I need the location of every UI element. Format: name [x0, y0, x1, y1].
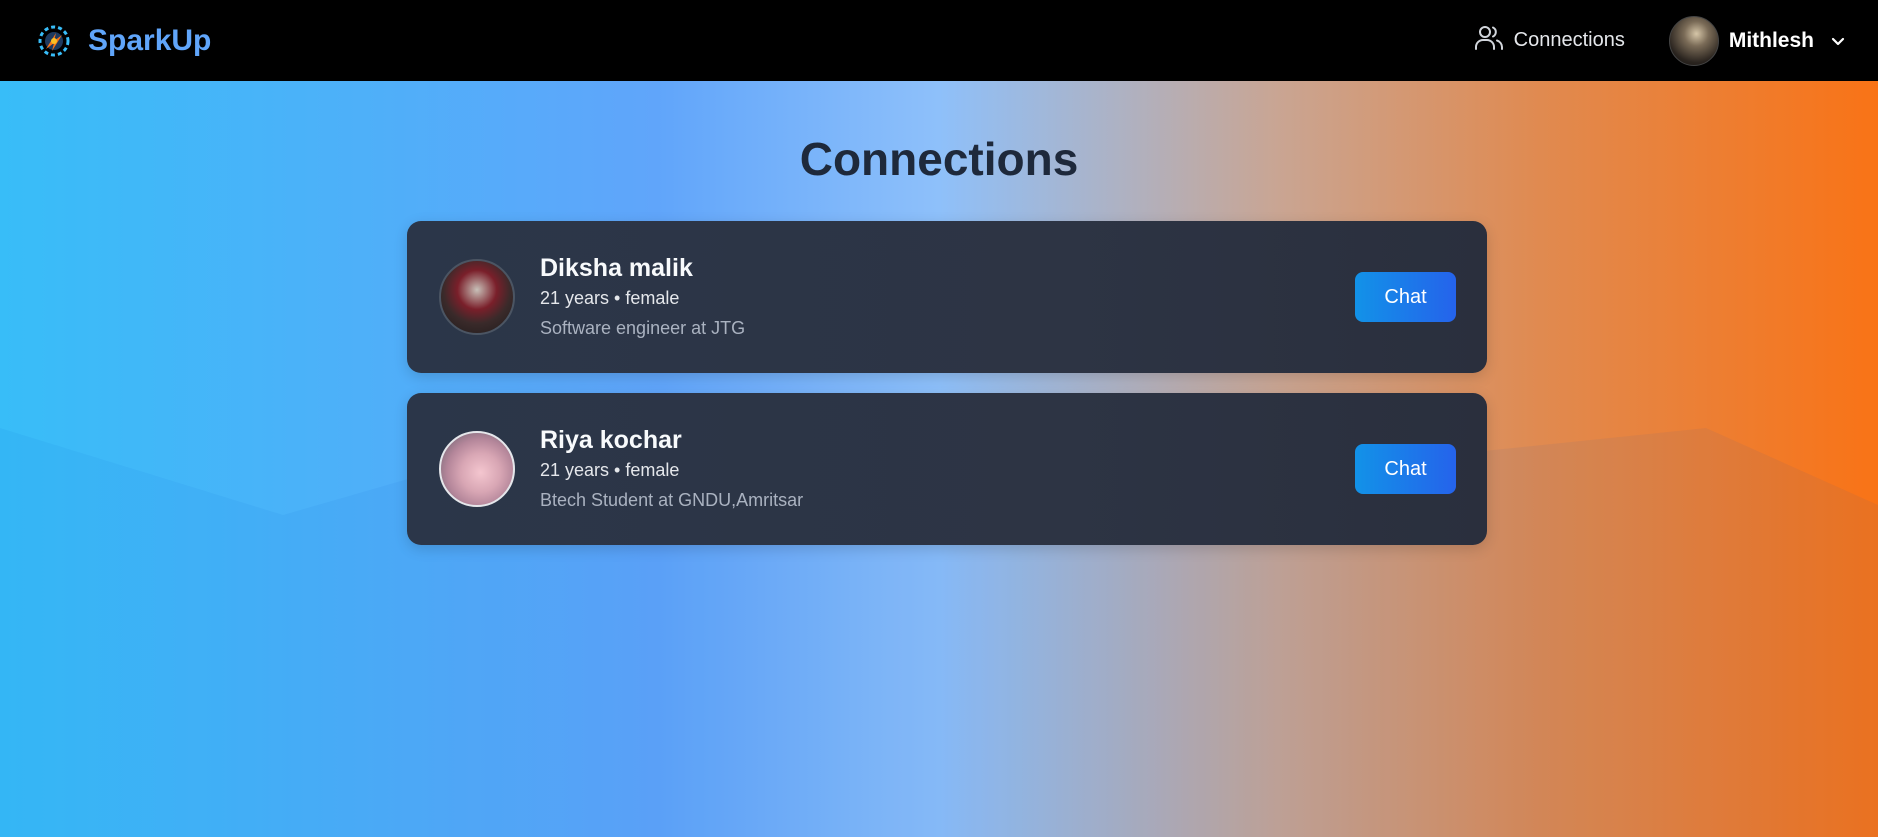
page: SparkUp Connections Mithlesh Connections… [0, 0, 1878, 837]
connection-about: Software engineer at JTG [540, 317, 746, 338]
page-title: Connections [799, 133, 1079, 185]
user-menu[interactable]: Mithlesh [1668, 15, 1846, 66]
connection-info: Diksha malik 21 years • female Software … [540, 253, 1355, 342]
chevron-down-icon [1830, 35, 1846, 47]
connection-avatar [439, 259, 515, 335]
brand-name: SparkUp [88, 23, 212, 57]
connection-meta: 21 years • female [540, 459, 680, 480]
connection-info: Riya kochar 21 years • female Btech Stud… [540, 425, 1355, 514]
connection-card: Riya kochar 21 years • female Btech Stud… [407, 393, 1487, 545]
main-content: Connections Diksha malik 21 years • fema… [0, 81, 1878, 545]
connection-name: Diksha malik [540, 253, 693, 282]
connection-meta: 21 years • female [540, 287, 680, 308]
connections-list: Diksha malik 21 years • female Software … [407, 221, 1487, 565]
navbar: SparkUp Connections Mithlesh [0, 0, 1878, 81]
brand-link[interactable]: SparkUp [32, 19, 211, 63]
chat-button[interactable]: Chat [1355, 444, 1456, 494]
user-name: Mithlesh [1728, 28, 1814, 52]
connection-card: Diksha malik 21 years • female Software … [407, 221, 1487, 373]
nav-right: Connections Mithlesh [1474, 15, 1846, 66]
user-avatar [1668, 15, 1719, 66]
chat-button[interactable]: Chat [1355, 272, 1456, 322]
connection-avatar [439, 431, 515, 507]
brand-logo-icon [32, 19, 76, 63]
connection-name: Riya kochar [540, 425, 682, 454]
nav-connections-link[interactable]: Connections [1474, 24, 1625, 58]
users-icon [1474, 24, 1504, 58]
connection-about: Btech Student at GNDU,Amritsar [540, 489, 804, 510]
nav-connections-label: Connections [1513, 29, 1625, 51]
